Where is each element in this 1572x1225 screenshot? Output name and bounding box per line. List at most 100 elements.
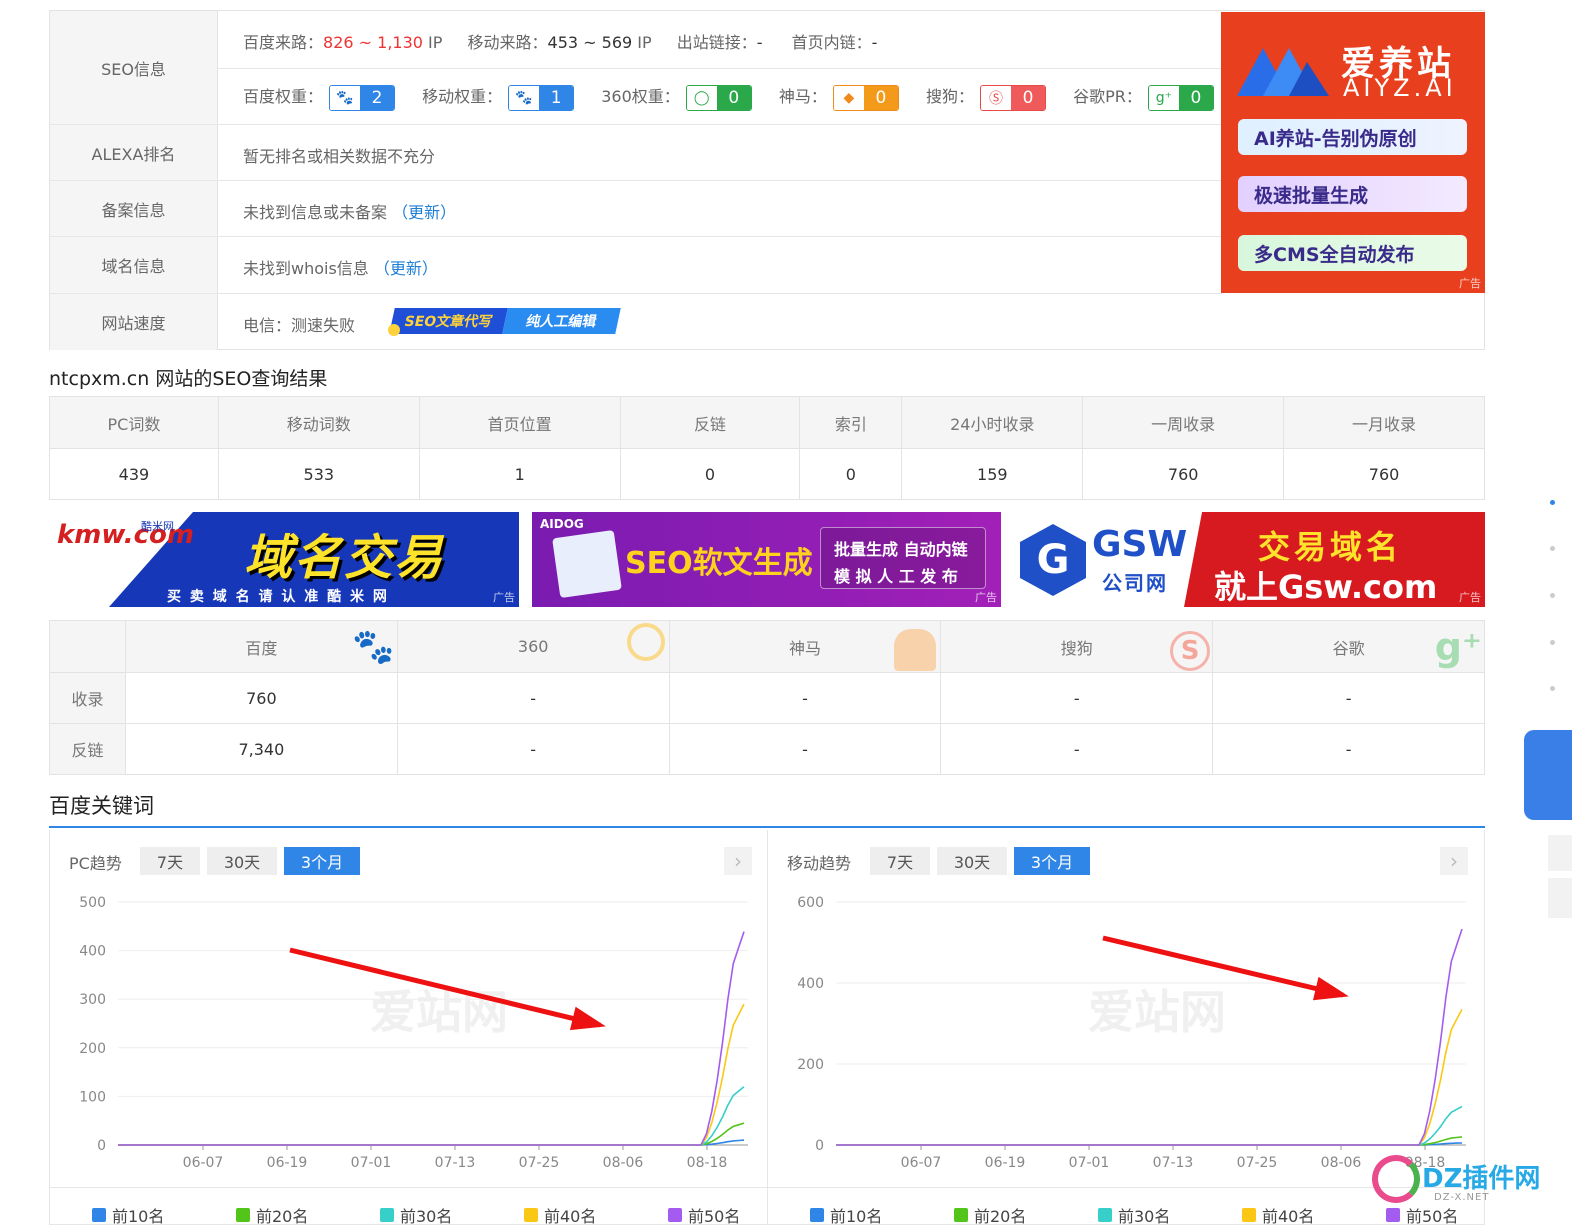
engine-value[interactable]: 760 [124, 672, 398, 724]
legend-top50[interactable]: 前50名 [668, 1203, 740, 1225]
edit-icon[interactable] [1548, 835, 1572, 871]
results-value[interactable]: 0 [619, 448, 801, 500]
baidu-weight[interactable]: 百度权重： 🐾 2 [243, 84, 396, 111]
aidog-sub1: 批量生成 自动内链 [834, 540, 968, 559]
aidog-banner[interactable]: AIDOG SEO软文生成 批量生成 自动内链 模 拟 人 工 发 布 广告 [532, 512, 1001, 607]
side-nav-dot[interactable] [1550, 593, 1555, 598]
x-tick-label: 08-18 [687, 1155, 728, 1171]
side-nav-dot[interactable] [1550, 546, 1555, 551]
beian-update-link[interactable]: （更新） [392, 203, 456, 222]
alexa-row: ALEXA排名 暂无排名或相关数据不充分 [50, 125, 1222, 181]
legend-top20[interactable]: 前20名 [236, 1203, 308, 1225]
tab-7d[interactable]: 7天 [870, 847, 930, 875]
results-value[interactable]: 159 [901, 448, 1084, 500]
x-tick-label: 07-01 [1069, 1155, 1110, 1171]
whois-row: 域名信息 未找到whois信息 （更新） [50, 237, 1222, 294]
mobile-weight[interactable]: 移动权重： 🐾 1 [422, 84, 575, 111]
x-tick-label: 07-25 [519, 1155, 560, 1171]
kmw-sub: 买 卖 域 名 请 认 准 酷 米 网 [167, 589, 389, 605]
tab-30d[interactable]: 30天 [207, 847, 277, 875]
aiyz-btn-3[interactable]: 多CMS全自动发布 [1238, 235, 1467, 271]
paw-icon: 🐾 [509, 85, 540, 110]
x-tick-label: 06-07 [183, 1155, 224, 1171]
chevron-right-icon[interactable]: › [724, 847, 752, 875]
results-value[interactable]: 0 [799, 448, 903, 500]
x-tick-label: 06-19 [267, 1155, 308, 1171]
legend-top30[interactable]: 前30名 [1098, 1203, 1170, 1225]
whois-value: 未找到whois信息 [243, 259, 369, 278]
engine-header-360: 360 [517, 637, 549, 656]
watermark: 爱站网 [1088, 985, 1226, 1039]
results-value[interactable]: 439 [49, 448, 219, 500]
engine-value: - [396, 723, 670, 775]
legend-top30[interactable]: 前30名 [380, 1203, 452, 1225]
aiyz-ad[interactable]: 爱养站 AIYZ.AI AI养站-告别伪原创 极速批量生成 多CMS全自动发布 … [1221, 12, 1485, 293]
sogou-icon: S [1170, 631, 1211, 671]
tab-3m[interactable]: 3个月 [284, 847, 360, 875]
shenma-weight[interactable]: 神马： ◆ 0 [779, 84, 899, 111]
side-float-ad[interactable] [1524, 730, 1572, 820]
results-header: 一周收录 [1082, 396, 1285, 449]
results-value[interactable]: 1 [418, 448, 621, 500]
y-tick-label: 200 [79, 1041, 106, 1057]
sogou-weight[interactable]: 搜狗： Ⓢ 0 [926, 84, 1046, 111]
y-tick-label: 200 [797, 1057, 824, 1073]
side-nav-dot[interactable] [1550, 640, 1555, 645]
whois-label: 域名信息 [50, 237, 218, 293]
legend-top20[interactable]: 前20名 [954, 1203, 1026, 1225]
engine-row-label: 反链 [49, 723, 126, 775]
results-value[interactable]: 760 [1082, 448, 1285, 500]
results-value[interactable]: 760 [1283, 448, 1485, 500]
y-tick-label: 0 [97, 1138, 106, 1154]
watermark: 爱站网 [370, 985, 508, 1039]
series-line-3 [836, 1105, 1463, 1146]
results-value[interactable]: 533 [217, 448, 420, 500]
engine-value[interactable]: 7,340 [124, 723, 398, 775]
legend-top50[interactable]: 前50名 [1386, 1203, 1458, 1225]
ad-tag: 广告 [493, 591, 515, 604]
google-plus-icon: g⁺ [1148, 85, 1179, 110]
results-header: 反链 [619, 396, 801, 449]
y-tick-label: 500 [79, 895, 106, 911]
360-weight[interactable]: 360权重： ◯ 0 [601, 84, 752, 111]
gsw-brand-cn: 公司网 [1102, 571, 1168, 595]
legend-top10[interactable]: 前10名 [92, 1203, 164, 1225]
legend-top10[interactable]: 前10名 [810, 1203, 882, 1225]
alexa-label: ALEXA排名 [50, 125, 218, 180]
document-icon [552, 529, 622, 599]
tab-30d[interactable]: 30天 [937, 847, 1007, 875]
side-nav-dot[interactable] [1550, 686, 1555, 691]
speed-label: 网站速度 [50, 294, 218, 350]
google-pr[interactable]: 谷歌PR： g⁺ 0 [1073, 84, 1214, 111]
engine-value: - [396, 672, 670, 724]
side-nav-dot[interactable] [1550, 500, 1555, 505]
ad-tag: 广告 [1459, 591, 1481, 604]
engine-value: - [668, 672, 942, 724]
engine-header-sogou: 搜狗 [1060, 638, 1093, 658]
x-tick-label: 06-19 [985, 1155, 1026, 1171]
legend-top40[interactable]: 前40名 [1242, 1203, 1314, 1225]
kmw-banner[interactable]: kmw.com 酷米网 域名交易 买 卖 域 名 请 认 准 酷 米 网 广告 [49, 512, 519, 607]
aiyz-btn-1[interactable]: AI养站-告别伪原创 [1238, 119, 1467, 155]
aiyz-btn-2[interactable]: 极速批量生成 [1238, 176, 1467, 212]
traffic-line: 百度来路：826 ~ 1,130 IP 移动来路：453 ~ 569 IP 出站… [243, 33, 878, 52]
speed-row: 网站速度 电信：测速失败 SEO文章代写 纯人工编辑 [50, 294, 1484, 350]
weights-line: 百度权重： 🐾 2 移动权重： 🐾 1 360权重： ◯ 0 神马： ◆ 0 搜狗： Ⓢ 0 谷歌P… [243, 83, 1214, 111]
series-line-3 [118, 1086, 745, 1146]
seo-writing-ad[interactable]: SEO文章代写 纯人工编辑 [389, 308, 621, 334]
engine-value: - [940, 723, 1214, 775]
back-to-top-icon[interactable] [1548, 878, 1572, 918]
gsw-banner[interactable]: G GSW 公司网 交易域名 就上Gsw.com 广告 [1014, 512, 1485, 607]
annotation-arrowhead [1312, 976, 1349, 1001]
whois-update-link[interactable]: （更新） [374, 259, 438, 278]
mobile-trend-chart: 爱站网 0 200 400 600 06-07 06-19 07-01 07-13 07-25 08… [797, 895, 1466, 1171]
results-header: PC词数 [49, 396, 219, 449]
chevron-right-icon[interactable]: › [1440, 847, 1468, 875]
series-line-2 [836, 1136, 1463, 1146]
engine-header-shenma: 神马 [788, 638, 821, 658]
beian-label: 备案信息 [50, 181, 218, 236]
aiyz-brand-en: AIYZ.AI [1343, 74, 1457, 102]
tab-3m[interactable]: 3个月 [1014, 847, 1090, 875]
tab-7d[interactable]: 7天 [140, 847, 200, 875]
legend-top40[interactable]: 前40名 [524, 1203, 596, 1225]
